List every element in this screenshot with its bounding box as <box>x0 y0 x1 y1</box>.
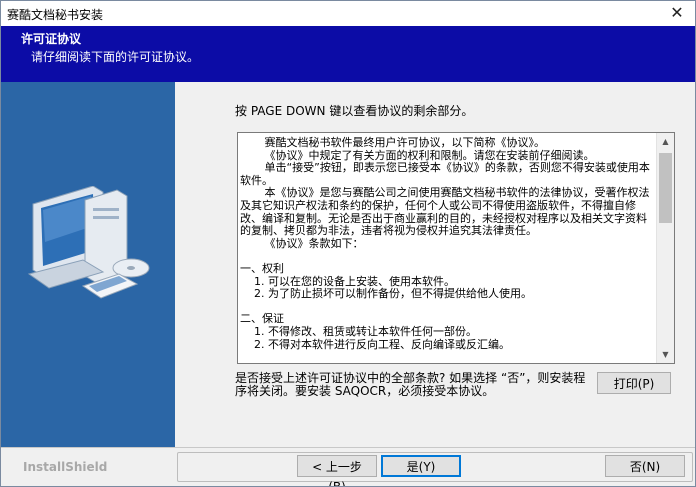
scroll-thumb[interactable] <box>659 153 672 223</box>
yes-button[interactable]: 是(Y) <box>381 455 461 477</box>
installer-window: 赛酷文档秘书安装 ✕ 许可证协议 请仔细阅读下面的许可证协议。 按 PAGE D… <box>0 0 696 487</box>
scroll-up-icon[interactable]: ▲ <box>657 133 674 150</box>
window-title: 赛酷文档秘书安装 <box>7 8 104 22</box>
page-down-hint: 按 PAGE DOWN 键以查看协议的剩余部分。 <box>235 104 474 118</box>
header-banner: 许可证协议 请仔细阅读下面的许可证协议。 <box>1 26 695 82</box>
computer-illustration-icon <box>27 186 150 299</box>
scroll-down-icon[interactable]: ▼ <box>657 346 674 363</box>
page-subtitle: 请仔细阅读下面的许可证协议。 <box>31 50 200 64</box>
side-graphic-panel <box>1 82 175 447</box>
license-textbox[interactable]: 赛酷文档秘书软件最终用户许可协议，以下简称《协议》。 《协议》中规定了有关方面的… <box>237 132 675 364</box>
content-area: 按 PAGE DOWN 键以查看协议的剩余部分。 赛酷文档秘书软件最终用户许可协… <box>175 82 695 447</box>
footer-bar: InstallShield < 上一步(B) 是(Y) 否(N) <box>1 447 695 486</box>
no-button[interactable]: 否(N) <box>605 455 685 477</box>
license-text: 赛酷文档秘书软件最终用户许可协议，以下简称《协议》。 《协议》中规定了有关方面的… <box>240 136 650 351</box>
license-scrollbar[interactable]: ▲ ▼ <box>656 133 674 363</box>
back-button[interactable]: < 上一步(B) <box>297 455 377 486</box>
close-icon[interactable]: ✕ <box>667 3 687 23</box>
installshield-logo: InstallShield <box>23 460 108 474</box>
accept-question: 是否接受上述许可证协议中的全部条款? 如果选择 “否”，则安装程序将关闭。要安装… <box>235 371 586 398</box>
page-title: 许可证协议 <box>21 32 82 46</box>
print-button[interactable]: 打印(P) <box>597 372 671 394</box>
title-bar: 赛酷文档秘书安装 ✕ <box>1 1 695 26</box>
